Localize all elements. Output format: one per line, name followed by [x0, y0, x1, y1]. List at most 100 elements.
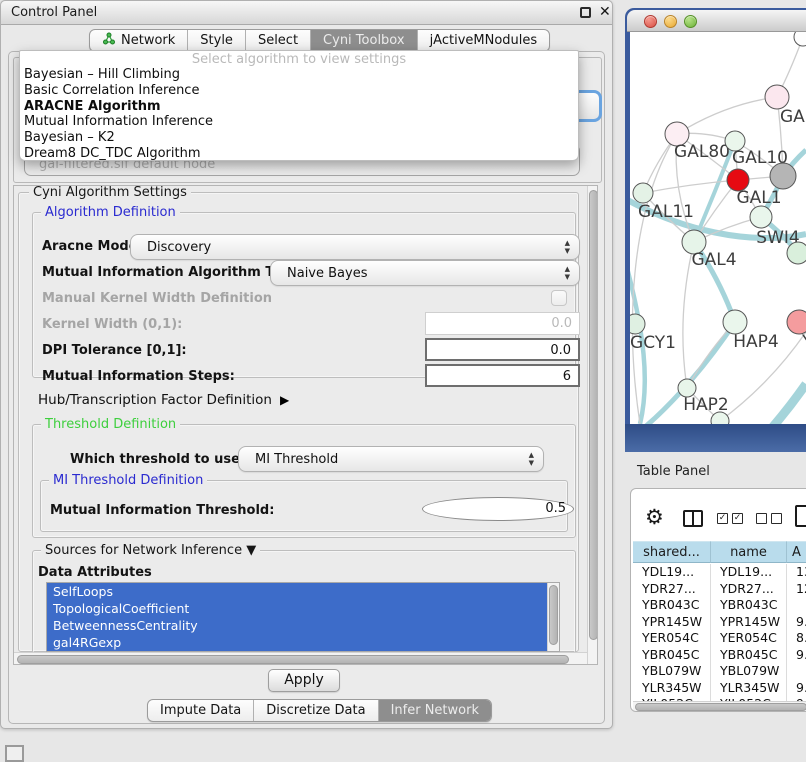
network-canvas[interactable]: GALGAL80GAL10GAL1GAL11SWI4GAL4GCY1HAP4YH…: [630, 32, 806, 424]
manual-kernel-checkbox[interactable]: [551, 290, 567, 306]
tab-infer-network[interactable]: Infer Network: [379, 700, 491, 721]
network-node-label: HAP4: [733, 332, 778, 352]
mi-threshold-label: Mutual Information Threshold:: [50, 503, 274, 518]
which-threshold-combo[interactable]: MI Threshold ▲▼: [238, 446, 544, 472]
tab-discretize-data[interactable]: Discretize Data: [254, 700, 378, 721]
collapse-down-icon[interactable]: ▼: [246, 543, 256, 558]
tab-style[interactable]: Style: [188, 30, 246, 51]
manual-kernel-label: Manual Kernel Width Definition: [42, 291, 272, 306]
split-view-icon[interactable]: [683, 510, 703, 527]
which-threshold-value: MI Threshold: [255, 452, 338, 467]
list-vertical-scrollbar[interactable]: [547, 583, 559, 652]
network-node[interactable]: [787, 310, 806, 334]
settings-vertical-scrollbar[interactable]: [587, 186, 598, 665]
dropdown-item[interactable]: Dream8 DC_TDC Algorithm: [20, 146, 578, 162]
float-window-icon[interactable]: [580, 7, 591, 18]
tab-jactivemnodules[interactable]: jActiveMNodules: [418, 30, 550, 51]
attribute-list-item[interactable]: BetweennessCentrality: [47, 617, 548, 634]
tab-label: Infer Network: [391, 703, 479, 718]
table-cell: 8.: [787, 630, 806, 647]
network-node-label: Y: [801, 332, 806, 352]
table-cell: YLR345W: [711, 680, 787, 697]
table-header: shared...nameA: [633, 541, 806, 563]
gear-icon[interactable]: ⚙: [645, 506, 664, 528]
data-attributes-label: Data Attributes: [38, 565, 152, 580]
network-node[interactable]: [723, 310, 747, 334]
minimize-traffic-light-icon[interactable]: [664, 15, 677, 28]
attribute-list-item[interactable]: TopologicalCoefficient: [47, 600, 548, 617]
network-node[interactable]: [630, 314, 645, 334]
zoom-traffic-light-icon[interactable]: [684, 15, 697, 28]
spinner-arrows-icon: ▲▼: [565, 265, 570, 281]
attribute-list-item[interactable]: SelfLoops: [47, 583, 548, 600]
table-row[interactable]: YDR27...YDR27...12: [633, 581, 806, 598]
control-panel-titlebar[interactable]: Control Panel ✕: [1, 1, 612, 25]
dpi-tolerance-field[interactable]: 0.0: [425, 338, 580, 361]
network-node[interactable]: [770, 163, 796, 189]
table-cell: [787, 597, 806, 614]
table-row[interactable]: YER054CYER054C8.: [633, 630, 806, 647]
table-cell: YDR27...: [711, 581, 787, 598]
table-row[interactable]: YLR345WYLR345W9.: [633, 680, 806, 697]
checked-column-icon[interactable]: ✓: [717, 513, 728, 524]
hub-definition-expander[interactable]: Hub/Transcription Factor Definition▶: [38, 392, 289, 408]
network-node-label: GCY1: [630, 333, 676, 353]
table-column-header[interactable]: A: [787, 541, 806, 563]
settings-horizontal-scrollbar[interactable]: [14, 652, 587, 665]
dpi-tolerance-label: DPI Tolerance [0,1]:: [42, 343, 187, 358]
network-edge[interactable]: [643, 180, 738, 193]
checked-column-icon[interactable]: ✓: [732, 513, 743, 524]
network-node[interactable]: [787, 242, 806, 264]
table-horizontal-scrollbar[interactable]: [633, 701, 806, 712]
table-row[interactable]: YBL079WYBL079W: [633, 663, 806, 680]
tab-label: Select: [258, 33, 298, 48]
data-attributes-list[interactable]: SelfLoopsTopologicalCoefficientBetweenne…: [46, 582, 560, 652]
settings-scrollpane: Cyni Algorithm Settings Algorithm Defini…: [13, 185, 598, 665]
close-traffic-light-icon[interactable]: [644, 15, 657, 28]
network-node[interactable]: [633, 183, 653, 203]
table-cell: YDR27...: [633, 581, 711, 598]
mi-threshold-field[interactable]: 0.5: [422, 497, 574, 521]
table-row[interactable]: YBR045CYBR045C9.: [633, 647, 806, 664]
tab-impute-data[interactable]: Impute Data: [148, 700, 254, 721]
table-cell: [787, 663, 806, 680]
table-cell: YBL079W: [711, 663, 787, 680]
dropdown-item[interactable]: Bayesian – Hill Climbing: [20, 67, 578, 83]
network-edge[interactable]: [677, 97, 777, 134]
docked-panel-icon[interactable]: [5, 745, 24, 762]
mi-type-value: Naive Bayes: [287, 266, 367, 281]
network-window-titlebar[interactable]: [627, 10, 806, 32]
network-node[interactable]: [794, 32, 806, 46]
mi-type-combo[interactable]: Naive Bayes ▲▼: [270, 260, 580, 286]
top-tab-bar: NetworkStyle Select Cyni ToolboxjActiveMNo…: [89, 29, 550, 52]
network-node[interactable]: [765, 85, 789, 109]
aracne-mode-combo[interactable]: Discovery ▲▼: [130, 234, 580, 260]
table-cell: 13: [787, 564, 806, 581]
document-icon[interactable]: [795, 505, 806, 527]
close-icon[interactable]: ✕: [599, 4, 611, 20]
table-row[interactable]: YPR145WYPR145W9.: [633, 614, 806, 631]
network-edge[interactable]: [632, 134, 677, 424]
table-cell: YBR045C: [711, 647, 787, 664]
table-column-header[interactable]: name: [711, 541, 787, 563]
dropdown-item[interactable]: Basic Correlation Inference: [20, 83, 578, 99]
network-edge[interactable]: [744, 384, 806, 424]
table-row[interactable]: YDL19...YDL19...13: [633, 564, 806, 581]
dropdown-item[interactable]: ARACNE Algorithm: [20, 99, 578, 115]
table-column-header[interactable]: shared...: [633, 541, 711, 563]
tab-select[interactable]: Select: [246, 30, 311, 51]
table-row[interactable]: YBR043CYBR043C: [633, 597, 806, 614]
dropdown-item[interactable]: Bayesian – K2: [20, 130, 578, 146]
tab-cyni-toolbox[interactable]: Cyni Toolbox: [311, 30, 418, 51]
mi-steps-field[interactable]: 6: [425, 364, 580, 387]
kernel-width-label: Kernel Width (0,1):: [42, 317, 182, 332]
attribute-list-item[interactable]: gal4RGexp: [47, 634, 548, 651]
dropdown-item[interactable]: Mutual Information Inference: [20, 114, 578, 130]
apply-button[interactable]: Apply: [268, 669, 340, 692]
unchecked-column-icon[interactable]: [771, 513, 782, 524]
table-panel-window: ⚙ ✓ ✓ shared...nameA YDL19...YDL19...13Y…: [630, 488, 806, 712]
tab-network[interactable]: Network: [90, 30, 188, 51]
unchecked-column-icon[interactable]: [756, 513, 767, 524]
network-node[interactable]: [750, 206, 772, 228]
kernel-width-field[interactable]: 0.0: [425, 312, 580, 335]
